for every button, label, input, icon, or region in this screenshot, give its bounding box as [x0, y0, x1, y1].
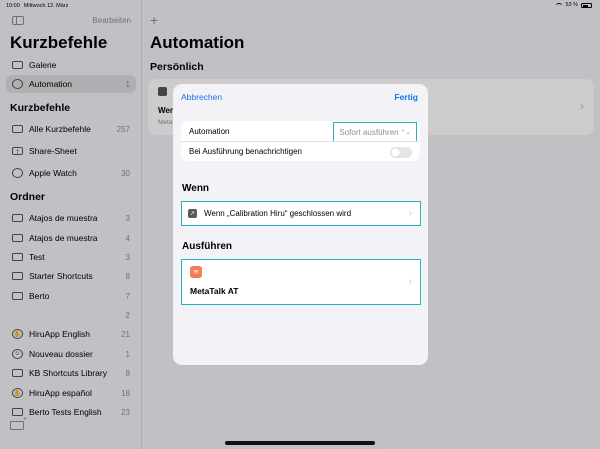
chevron-updown-icon: ⌃⌄	[400, 129, 411, 136]
action-row[interactable]: ≋ MetaTalk AT ›	[181, 259, 421, 305]
cancel-button[interactable]: Abbrechen	[181, 92, 222, 102]
chevron-right-icon: ›	[408, 208, 412, 219]
run-mode-value: Sofort ausführen	[339, 127, 399, 137]
app-trigger-icon: ↗	[188, 209, 197, 218]
notify-toggle[interactable]	[390, 147, 412, 158]
settings-group: Automation Sofort ausführen ⌃⌄ Bei Ausfü…	[181, 121, 420, 161]
done-button[interactable]: Fertig	[394, 92, 418, 102]
layers-icon: ≋	[190, 266, 202, 278]
automation-label: Automation	[189, 126, 230, 136]
notify-label: Bei Ausführung benachrichtigen	[189, 147, 302, 156]
trigger-row[interactable]: ↗ Wenn „Calibration Hiru“ geschlossen wi…	[181, 201, 421, 226]
home-indicator[interactable]	[225, 441, 375, 445]
automation-modal: Abbrechen Fertig Automation Sofort ausfü…	[173, 84, 428, 365]
automation-row: Automation Sofort ausführen ⌃⌄	[181, 121, 420, 142]
notify-row: Bei Ausführung benachrichtigen	[181, 141, 420, 161]
modal-header: Abbrechen Fertig	[173, 84, 428, 110]
when-heading: Wenn	[182, 183, 210, 194]
action-label: MetaTalk AT	[190, 286, 239, 296]
chevron-right-icon: ›	[408, 276, 412, 287]
run-heading: Ausführen	[182, 241, 232, 252]
trigger-label: Wenn „Calibration Hiru“ geschlossen wird	[204, 209, 352, 218]
run-mode-select[interactable]: Sofort ausführen ⌃⌄	[333, 122, 417, 142]
